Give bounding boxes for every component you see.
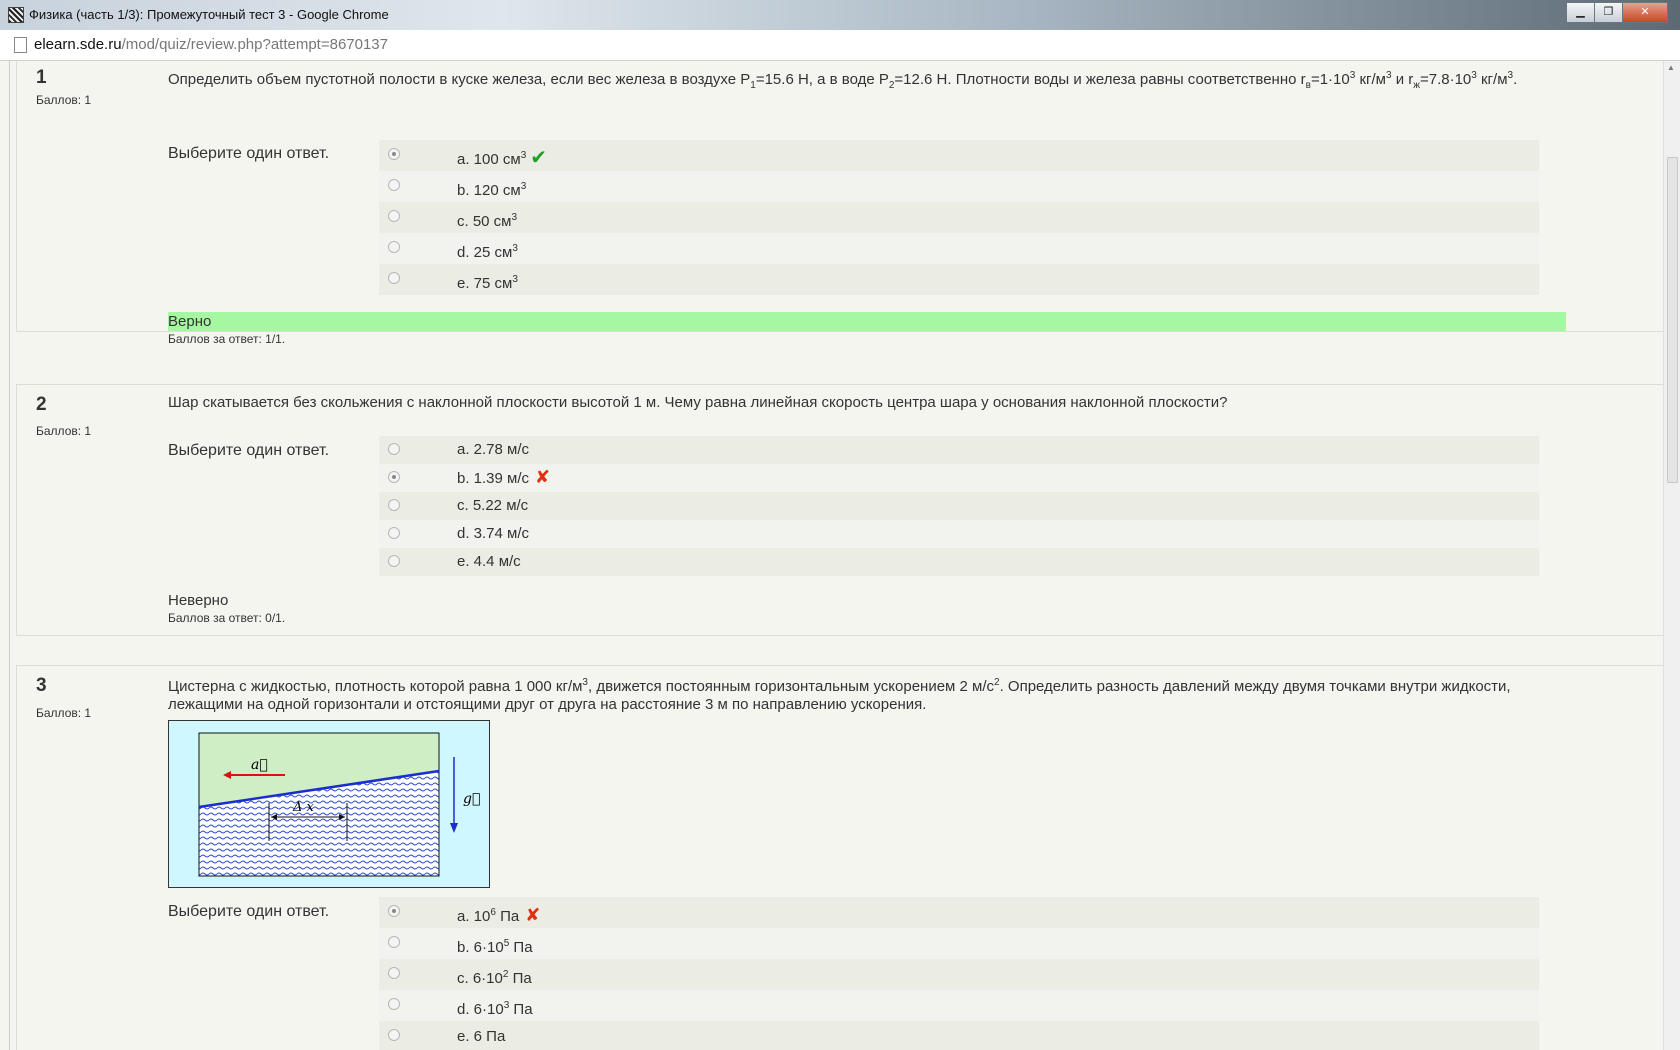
answer-prompt: Выберите один ответ. <box>168 442 330 459</box>
question-number: 3 <box>36 675 47 696</box>
acceleration-label: a⃗ <box>251 757 268 773</box>
option-radio[interactable] <box>388 1029 400 1041</box>
question-marks: Баллов: 1 <box>36 93 92 107</box>
scroll-up-arrow-icon[interactable]: ▲ <box>1667 63 1675 72</box>
option-radio[interactable] <box>388 272 400 284</box>
url-path: /mod/quiz/review.php?attempt=8670137 <box>121 36 388 53</box>
option-radio[interactable] <box>388 936 400 948</box>
url-field[interactable]: elearn.sde.ru/mod/quiz/review.php?attemp… <box>34 36 388 53</box>
option-label: c. 50 см3 <box>457 212 518 230</box>
question-text: Цистерна с жидкостью, плотность которой … <box>168 677 1511 713</box>
option-radio[interactable] <box>388 179 400 191</box>
option-radio[interactable] <box>388 499 400 511</box>
option-c[interactable]: c. 50 см3 <box>379 202 1539 233</box>
distance-label: Δ x <box>292 800 315 815</box>
option-label: a. 100 см3 ✔ <box>457 145 548 169</box>
option-a[interactable]: a. 100 см3 ✔ <box>379 140 1539 171</box>
question-3: 3 Баллов: 1 Цистерна с жидкостью, плотно… <box>16 665 1666 1050</box>
option-e[interactable]: e. 4.4 м/с <box>379 548 1539 576</box>
option-label: a. 106 Па ✘ <box>457 905 541 926</box>
scroll-thumb[interactable] <box>1667 157 1678 483</box>
option-label: c. 5.22 м/с <box>457 497 529 514</box>
question-text: Определить объем пустотной полости в кус… <box>168 70 1518 91</box>
option-radio[interactable] <box>388 241 400 253</box>
question-figure: a⃗ g⃗ Δ x <box>168 720 490 888</box>
option-label: c. 6·102 Па <box>457 969 532 987</box>
gravity-arrow-head <box>450 823 458 833</box>
close-button[interactable]: ✕ <box>1622 2 1668 23</box>
left-divider <box>9 61 10 1050</box>
incorrect-cross-icon: ✘ <box>525 905 541 926</box>
feedback-incorrect: Неверно <box>168 592 229 609</box>
gravity-label: g⃗ <box>463 791 480 807</box>
option-label: e. 6 Па <box>457 1028 506 1045</box>
grade-text: Баллов за ответ: 1/1. <box>168 332 286 346</box>
option-b[interactable]: b. 1.39 м/с ✘ <box>379 464 1539 492</box>
option-d[interactable]: d. 25 см3 <box>379 233 1539 264</box>
option-b[interactable]: b. 6·105 Па <box>379 928 1539 959</box>
option-label: b. 120 см3 <box>457 181 527 199</box>
option-radio[interactable] <box>388 210 400 222</box>
maximize-button[interactable]: ❐ <box>1594 2 1623 23</box>
option-a[interactable]: a. 2.78 м/с <box>379 436 1539 464</box>
answer-options: a. 106 Па ✘ b. 6·105 Па c. 6·102 Па d. 6·… <box>379 897 1539 1050</box>
app-icon <box>8 7 24 23</box>
question-number: 2 <box>36 394 47 415</box>
answer-options: a. 100 см3 ✔ b. 120 см3 c. 50 см3 d. 25 с… <box>379 140 1539 295</box>
option-b[interactable]: b. 120 см3 <box>379 171 1539 202</box>
option-label: b. 1.39 м/с ✘ <box>457 467 551 488</box>
option-label: d. 3.74 м/с <box>457 525 530 542</box>
question-number: 1 <box>36 67 47 88</box>
minimize-button[interactable]: ▁ <box>1566 2 1595 23</box>
option-label: d. 6·103 Па <box>457 1000 533 1018</box>
correct-check-icon: ✔ <box>530 145 548 169</box>
option-label: d. 25 см3 <box>457 243 518 261</box>
option-radio[interactable] <box>388 443 400 455</box>
window-titlebar: Физика (часть 1/3): Промежуточный тест 3… <box>0 0 1680 31</box>
question-text: Шар скатывается без скольжения с наклонн… <box>168 394 1228 411</box>
address-bar[interactable]: elearn.sde.ru/mod/quiz/review.php?attemp… <box>0 30 1680 61</box>
answer-options: a. 2.78 м/с b. 1.39 м/с ✘ c. 5.22 м/с d. … <box>379 436 1539 576</box>
option-c[interactable]: c. 6·102 Па <box>379 959 1539 990</box>
option-c[interactable]: c. 5.22 м/с <box>379 492 1539 520</box>
option-radio[interactable] <box>388 148 400 160</box>
option-label: e. 4.4 м/с <box>457 553 521 570</box>
option-radio[interactable] <box>388 967 400 979</box>
option-d[interactable]: d. 6·103 Па <box>379 990 1539 1021</box>
window-controls: ▁ ❐ ✕ <box>1566 2 1668 23</box>
question-2: 2 Баллов: 1 Шар скатывается без скольжен… <box>16 384 1666 636</box>
option-radio[interactable] <box>388 555 400 567</box>
grade-text: Баллов за ответ: 0/1. <box>168 611 286 625</box>
option-label: b. 6·105 Па <box>457 938 533 956</box>
question-marks: Баллов: 1 <box>36 424 92 438</box>
option-e[interactable]: e. 6 Па <box>379 1021 1539 1050</box>
incorrect-cross-icon: ✘ <box>535 467 551 488</box>
option-a[interactable]: a. 106 Па ✘ <box>379 897 1539 928</box>
option-radio[interactable] <box>388 998 400 1010</box>
answer-prompt: Выберите один ответ. <box>168 145 330 162</box>
vertical-scrollbar[interactable]: ▲ <box>1663 61 1680 1050</box>
option-label: e. 75 см3 <box>457 274 518 292</box>
option-radio[interactable] <box>388 905 400 917</box>
option-e[interactable]: e. 75 см3 <box>379 264 1539 295</box>
question-1: 1 Баллов: 1 Определить объем пустотной п… <box>16 61 1666 346</box>
page-icon <box>14 37 27 53</box>
question-marks: Баллов: 1 <box>36 706 92 720</box>
option-radio[interactable] <box>388 471 400 483</box>
option-d[interactable]: d. 3.74 м/с <box>379 520 1539 548</box>
option-radio[interactable] <box>388 527 400 539</box>
feedback-correct: Верно <box>168 312 1566 331</box>
tank-diagram: a⃗ g⃗ Δ x <box>198 732 480 877</box>
page-content: 1 Баллов: 1 Определить объем пустотной п… <box>0 61 1680 1050</box>
url-host: elearn.sde.ru <box>34 36 122 53</box>
window-title: Физика (часть 1/3): Промежуточный тест 3… <box>29 7 389 22</box>
option-label: a. 2.78 м/с <box>457 441 530 458</box>
answer-prompt: Выберите один ответ. <box>168 903 330 920</box>
